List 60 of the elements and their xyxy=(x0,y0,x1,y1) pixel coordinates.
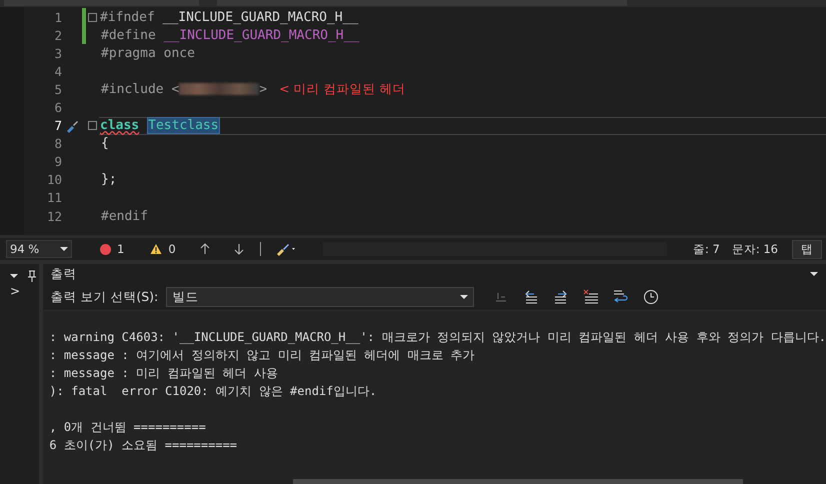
annotation-text: < 미리 컴파일된 헤더 xyxy=(279,80,406,98)
caret-icon[interactable] xyxy=(10,274,18,278)
line-number: 1 xyxy=(53,10,62,25)
line-number: 5 xyxy=(53,82,62,97)
line-indicator: 줄: 7 xyxy=(692,242,720,256)
code-text: #define xyxy=(101,28,157,43)
code-text: }; xyxy=(101,172,117,188)
warning-icon[interactable] xyxy=(150,243,162,255)
arrow-up-icon[interactable] xyxy=(200,243,210,255)
line-number: 8 xyxy=(53,136,62,152)
output-source-dropdown[interactable]: 빌드 xyxy=(166,287,474,307)
code-text: #ifndef xyxy=(100,10,156,25)
warning-count: 0 xyxy=(168,242,176,256)
line-number: 6 xyxy=(53,100,62,116)
caret-icon xyxy=(60,247,68,251)
line-number: 2 xyxy=(53,28,62,43)
highlighted-word: Testclass xyxy=(147,117,220,134)
output-source-label: 출력 보기 선택(S): xyxy=(50,288,158,306)
code-text: { xyxy=(101,136,109,152)
fold-icon[interactable] xyxy=(88,12,97,22)
output-title: 출력 xyxy=(50,266,76,282)
zoom-dropdown[interactable]: 94 % xyxy=(6,240,72,258)
line-number: 12 xyxy=(46,208,62,224)
error-count: 1 xyxy=(117,242,124,256)
previous-message-icon[interactable] xyxy=(523,289,540,305)
code-text: > xyxy=(259,82,268,97)
word-wrap-icon[interactable] xyxy=(613,289,630,305)
code-text: __INCLUDE_GUARD_MACRO_H__ xyxy=(162,10,358,25)
screwdriver-icon[interactable] xyxy=(65,118,79,133)
code-text: __INCLUDE_GUARD_MACRO_H__ xyxy=(164,28,360,43)
output-line: : message : 여기에서 정의하지 않고 미리 컴파일된 헤더에 매크로 추가 xyxy=(49,347,476,364)
code-text: #include < xyxy=(101,82,180,97)
next-message-icon[interactable] xyxy=(553,289,570,305)
caret-icon xyxy=(460,295,468,299)
clear-all-icon[interactable] xyxy=(583,289,600,305)
code-text: #endif xyxy=(101,208,148,224)
output-line: : message : 미리 컴파일된 헤더 사용 xyxy=(49,365,279,382)
code-text: #pragma once xyxy=(101,46,195,61)
caret-icon[interactable] xyxy=(810,272,818,276)
brush-icon[interactable] xyxy=(274,242,297,256)
pin-icon[interactable] xyxy=(28,270,36,282)
arrow-down-icon[interactable] xyxy=(234,243,244,255)
clock-icon[interactable] xyxy=(643,289,660,305)
code-keyword: class xyxy=(100,118,140,134)
code-editor[interactable]: 1 #ifndef __INCLUDE_GUARD_MACRO_H__ 2 #define __INCLUDE_GUARD_MACRO_H__ 3 #pragma once 4 5 #include < > < 미리 컴파일된 헤더 6 7 class Testclass 8 { 9 10 }; 11 12 #endif xyxy=(0,7,826,235)
error-icon[interactable] xyxy=(100,244,111,254)
line-number: 3 xyxy=(53,46,62,61)
output-line: 6 초이(가) 소요됨 ========== xyxy=(49,437,238,454)
output-line: ): fatal error C1020: 예기치 않은 #endif입니다. xyxy=(49,383,378,400)
column-indicator: 문자: 16 xyxy=(732,242,778,256)
line-number: 10 xyxy=(46,172,62,188)
fold-icon[interactable] xyxy=(88,121,97,130)
indent-button[interactable]: 탭 xyxy=(792,240,822,258)
side-panel-text: > xyxy=(10,284,20,298)
output-line: : warning C4603: '__INCLUDE_GUARD_MACRO_H__': 매크로가 정의되지 않았거나 미리 컴파일된 헤더 사용 후와 정의가 다릅니다. xyxy=(49,329,826,346)
line-number: 11 xyxy=(46,190,62,206)
line-number: 7 xyxy=(53,118,62,134)
output-line: , 0개 건너뜀 ========== xyxy=(49,419,207,436)
line-number: 4 xyxy=(53,64,62,79)
line-number: 9 xyxy=(53,154,62,170)
